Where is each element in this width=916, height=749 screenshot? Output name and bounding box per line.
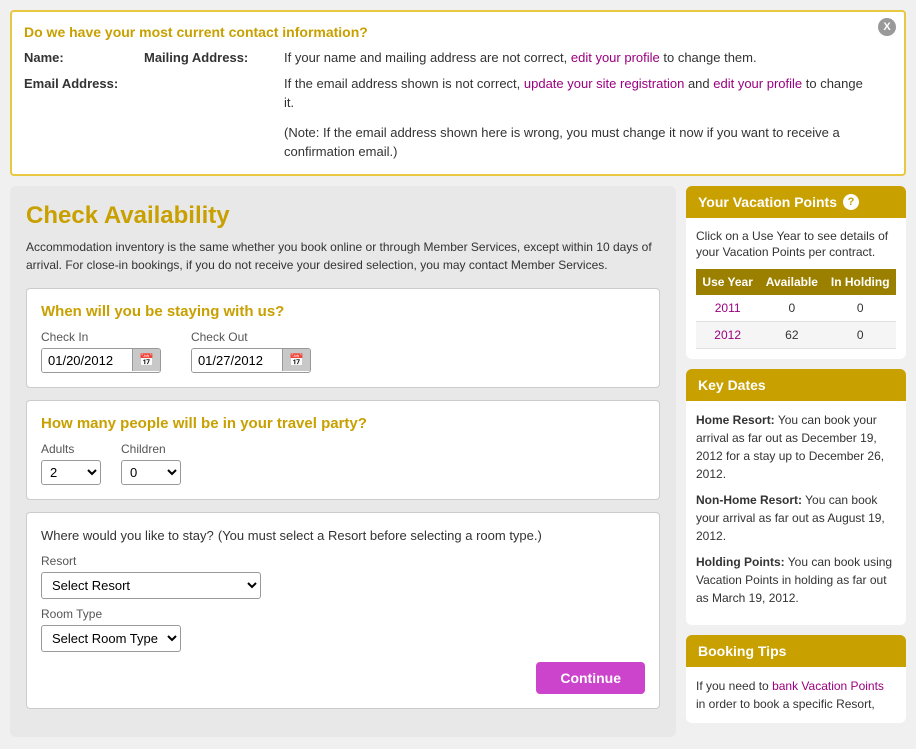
checkout-label: Check Out xyxy=(191,330,311,344)
edit-profile-link-1[interactable]: edit your profile xyxy=(571,50,660,65)
table-row: 2012 62 0 xyxy=(696,322,896,349)
party-title: How many people will be in your travel p… xyxy=(41,415,645,432)
dates-title: When will you be staying with us? xyxy=(41,303,645,320)
children-field: Children 0 1 2 3 xyxy=(121,442,181,485)
key-dates-header: Key Dates xyxy=(686,369,906,401)
continue-row: Continue xyxy=(41,662,645,694)
holding-text: Holding Points: You can book using Vacat… xyxy=(696,553,896,607)
room-type-select[interactable]: Select Room Type xyxy=(41,625,181,652)
resort-section: Where would you like to stay? (You must … xyxy=(26,512,660,709)
vp-year-cell[interactable]: 2012 xyxy=(696,322,759,349)
vp-description: Click on a Use Year to see details of yo… xyxy=(696,228,896,262)
vp-available-cell: 62 xyxy=(759,322,824,349)
notice-note: (Note: If the email address shown here i… xyxy=(284,123,874,162)
checkout-field: Check Out 📅 xyxy=(191,330,311,373)
booking-tips-header: Booking Tips xyxy=(686,635,906,667)
left-panel: Check Availability Accommodation invento… xyxy=(10,186,676,737)
mailing-text: If your name and mailing address are not… xyxy=(284,48,874,68)
holding-label: Holding Points: xyxy=(696,555,785,569)
home-resort-text: Home Resort: You can book your arrival a… xyxy=(696,411,896,483)
email-label: Email Address: xyxy=(24,74,144,113)
checkin-input-wrap: 📅 xyxy=(41,348,161,373)
mailing-label: Mailing Address: xyxy=(144,48,284,68)
bank-vacation-points-link[interactable]: bank Vacation Points xyxy=(772,679,884,693)
edit-profile-link-2[interactable]: edit your profile xyxy=(713,76,802,91)
party-row: Adults 1 2 3 4 Children 0 1 2 3 xyxy=(41,442,645,485)
dates-section: When will you be staying with us? Check … xyxy=(26,288,660,388)
continue-button[interactable]: Continue xyxy=(536,662,645,694)
key-dates-card: Key Dates Home Resort: You can book your… xyxy=(686,369,906,625)
checkout-input[interactable] xyxy=(192,349,282,372)
vacation-points-header: Your Vacation Points ? xyxy=(686,186,906,218)
checkout-input-wrap: 📅 xyxy=(191,348,311,373)
booking-tips-body: If you need to bank Vacation Points in o… xyxy=(686,667,906,723)
adults-label: Adults xyxy=(41,442,101,456)
notice-title: Do we have your most current contact inf… xyxy=(24,24,874,40)
children-select[interactable]: 0 1 2 3 xyxy=(121,460,181,485)
resort-select[interactable]: Select Resort xyxy=(41,572,261,599)
vacation-points-table: Use Year Available In Holding 2011 0 0 2… xyxy=(696,269,896,349)
booking-tips-card: Booking Tips If you need to bank Vacatio… xyxy=(686,635,906,723)
non-home-text: Non-Home Resort: You can book your arriv… xyxy=(696,491,896,545)
party-section: How many people will be in your travel p… xyxy=(26,400,660,500)
vacation-points-title: Your Vacation Points xyxy=(698,194,837,210)
home-resort-label: Home Resort: xyxy=(696,413,775,427)
booking-tips-intro: If you need to xyxy=(696,679,772,693)
notice-box: X Do we have your most current contact i… xyxy=(10,10,906,176)
close-button[interactable]: X xyxy=(878,18,896,36)
resort-title: Where would you like to stay? (You must … xyxy=(41,527,645,544)
date-row: Check In 📅 Check Out 📅 xyxy=(41,330,645,373)
checkin-label: Check In xyxy=(41,330,161,344)
page-title: Check Availability xyxy=(26,202,660,230)
checkin-input[interactable] xyxy=(42,349,132,372)
adults-field: Adults 1 2 3 4 xyxy=(41,442,101,485)
vp-holding-cell: 0 xyxy=(824,295,896,322)
checkout-calendar-button[interactable]: 📅 xyxy=(282,349,310,371)
main-layout: Check Availability Accommodation invento… xyxy=(10,186,906,737)
right-panel: Your Vacation Points ? Click on a Use Ye… xyxy=(686,186,906,737)
room-type-label: Room Type xyxy=(41,607,645,621)
booking-tips-suffix: in order to book a specific Resort, xyxy=(696,697,875,711)
vacation-points-card: Your Vacation Points ? Click on a Use Ye… xyxy=(686,186,906,360)
non-home-label: Non-Home Resort: xyxy=(696,493,802,507)
email-text: If the email address shown is not correc… xyxy=(284,74,874,113)
vp-col-holding: In Holding xyxy=(824,269,896,295)
page-description: Accommodation inventory is the same whet… xyxy=(26,238,660,274)
resort-label: Resort xyxy=(41,554,645,568)
name-label: Name: xyxy=(24,48,144,68)
vp-col-year: Use Year xyxy=(696,269,759,295)
vacation-points-body: Click on a Use Year to see details of yo… xyxy=(686,218,906,360)
vp-available-cell: 0 xyxy=(759,295,824,322)
vp-holding-cell: 0 xyxy=(824,322,896,349)
update-registration-link[interactable]: update your site registration xyxy=(524,76,684,91)
info-icon[interactable]: ? xyxy=(843,194,859,210)
vp-col-available: Available xyxy=(759,269,824,295)
children-label: Children xyxy=(121,442,181,456)
vp-year-cell[interactable]: 2011 xyxy=(696,295,759,322)
table-row: 2011 0 0 xyxy=(696,295,896,322)
checkin-field: Check In 📅 xyxy=(41,330,161,373)
checkin-calendar-button[interactable]: 📅 xyxy=(132,349,160,371)
adults-select[interactable]: 1 2 3 4 xyxy=(41,460,101,485)
key-dates-body: Home Resort: You can book your arrival a… xyxy=(686,401,906,625)
